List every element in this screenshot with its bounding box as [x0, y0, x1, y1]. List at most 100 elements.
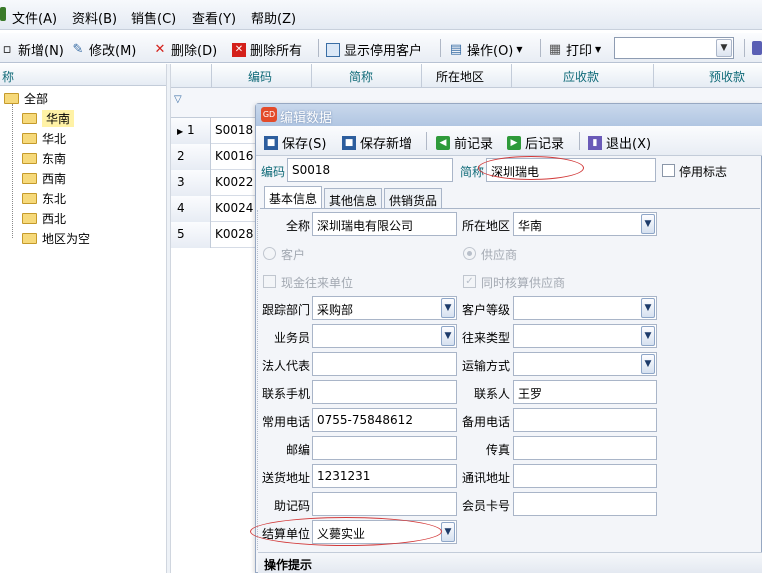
zip-field[interactable] — [312, 436, 457, 460]
row-number: 4 — [171, 196, 211, 222]
column-separator — [511, 64, 512, 88]
edit-button[interactable]: ✎ 修改(M) — [71, 40, 137, 59]
tree-header: 称 — [0, 64, 166, 86]
dept-select[interactable]: 采购部 ▼ — [312, 296, 457, 320]
address-field[interactable]: 1231231 — [312, 464, 457, 488]
chevron-down-icon[interactable]: ▼ — [441, 298, 455, 318]
table-row[interactable]: 3 K0022 — [171, 170, 261, 196]
trade-type-label: 往来类型 — [462, 331, 511, 345]
mail-address-field[interactable] — [513, 464, 657, 488]
chevron-down-icon[interactable]: ▼ — [641, 298, 655, 318]
print-button[interactable]: ▦ 打印 ▼ — [548, 40, 601, 59]
exit-door-icon: ▮ — [588, 135, 602, 150]
delete-button-label: 删除(D) — [171, 44, 218, 59]
fax-field[interactable] — [513, 436, 657, 460]
arrow-right-icon: ▶ — [507, 135, 521, 150]
new-button[interactable]: ▫ 新增(N) — [0, 40, 64, 59]
show-disabled-button[interactable]: 显示停用客户 — [326, 40, 422, 59]
cash-unit-checkbox[interactable] — [263, 275, 276, 288]
column-header-code[interactable]: 编码 — [248, 68, 272, 85]
chevron-down-icon[interactable]: ▼ — [716, 39, 732, 57]
table-row[interactable]: 4 K0024 — [171, 196, 261, 222]
toolbar-separator — [579, 132, 580, 150]
table-row[interactable]: 2 K0016 — [171, 144, 261, 170]
code-field[interactable]: S0018 — [287, 158, 453, 182]
delete-button[interactable]: ✕ 删除(D) — [153, 40, 218, 59]
toolbar-combo[interactable]: ▼ — [614, 37, 734, 59]
tree-node-label: 西南 — [42, 171, 67, 186]
sync-supplier-checkbox[interactable]: ✓ — [463, 275, 476, 288]
contact-label: 联系人 — [474, 387, 511, 401]
filter-icon[interactable]: ▽ — [174, 94, 182, 105]
table-row[interactable]: ▶ 1 S0018 — [171, 118, 261, 144]
dialog-title: 编辑数据 — [256, 104, 762, 126]
staff-select[interactable]: ▼ — [312, 324, 457, 348]
trade-type-select[interactable]: ▼ — [513, 324, 657, 348]
save-new-button[interactable]: ■ 保存新增 — [342, 133, 412, 152]
tree-node-region[interactable]: 西北 — [22, 209, 66, 227]
region-select[interactable]: 华南 ▼ — [513, 212, 657, 236]
member-card-field[interactable] — [513, 492, 657, 516]
tree-node-region[interactable]: 地区为空 — [22, 229, 90, 247]
save-button-label: 保存(S) — [282, 137, 327, 152]
tree-node-region[interactable]: 华南 — [22, 109, 75, 127]
next-record-button[interactable]: ▶ 后记录 — [507, 133, 564, 152]
column-header-region[interactable]: 所在地区 — [436, 68, 484, 85]
menu-view[interactable]: 查看(Y) — [192, 8, 236, 27]
disabled-label: 停用标志 — [679, 165, 728, 179]
chevron-down-icon[interactable]: ▼ — [641, 326, 655, 346]
sync-supplier-label: 同时核算供应商 — [481, 276, 566, 290]
tree-node-region[interactable]: 东南 — [22, 149, 66, 167]
customer-level-select[interactable]: ▼ — [513, 296, 657, 320]
zip-label: 邮编 — [286, 443, 311, 457]
tab-basic[interactable]: 基本信息 — [264, 186, 323, 209]
tab-products[interactable]: 供销货品 — [384, 188, 443, 208]
operate-button[interactable]: ▤ 操作(O) ▼ — [449, 40, 523, 59]
current-row-icon: ▶ — [177, 127, 184, 136]
tree-node-label: 东南 — [42, 151, 67, 166]
memo-code-field[interactable] — [312, 492, 457, 516]
tree-node-region[interactable]: 华北 — [22, 129, 66, 147]
supplier-radio[interactable] — [463, 247, 476, 260]
customer-radio-label: 客户 — [281, 248, 306, 262]
contact-field[interactable]: 王罗 — [513, 380, 657, 404]
column-header-receivable[interactable]: 应收款 — [563, 68, 599, 85]
transport-select[interactable]: ▼ — [513, 352, 657, 376]
tree-node-region[interactable]: 东北 — [22, 189, 66, 207]
chevron-down-icon[interactable]: ▼ — [441, 326, 455, 346]
phone-field[interactable]: 0755-75848612 — [312, 408, 457, 432]
tree-node-all[interactable]: 全部 — [4, 89, 48, 107]
menu-file[interactable]: 文件(A) — [12, 8, 57, 27]
customer-radio[interactable] — [263, 247, 276, 260]
tree-node-region[interactable]: 西南 — [22, 169, 66, 187]
prev-record-button[interactable]: ◀ 前记录 — [436, 133, 493, 152]
chevron-down-icon[interactable]: ▼ — [641, 354, 655, 374]
fullname-field[interactable]: 深圳瑞电有限公司 — [312, 212, 457, 236]
operate-label: 操作(O) — [467, 44, 514, 59]
region-value: 华南 — [518, 219, 543, 233]
disabled-checkbox[interactable] — [662, 164, 675, 177]
backup-phone-field[interactable] — [513, 408, 657, 432]
delete-all-button[interactable]: ✕ 删除所有 — [232, 40, 302, 59]
tab-other[interactable]: 其他信息 — [324, 188, 383, 208]
dept-label: 跟踪部门 — [262, 303, 311, 317]
chevron-down-icon[interactable]: ▼ — [441, 522, 455, 542]
menu-sales[interactable]: 销售(C) — [131, 8, 176, 27]
legal-rep-field[interactable] — [312, 352, 457, 376]
menu-help[interactable]: 帮助(Z) — [251, 8, 296, 27]
menu-data[interactable]: 资料(B) — [72, 8, 117, 27]
column-header-short[interactable]: 简称 — [349, 68, 373, 85]
tree-node-label: 东北 — [42, 191, 67, 206]
dept-value: 采购部 — [317, 303, 354, 317]
exit-button[interactable]: ▮ 退出(X) — [588, 133, 651, 152]
table-row[interactable]: 5 K0028 — [171, 222, 261, 248]
column-separator — [311, 64, 312, 88]
chevron-down-icon[interactable]: ▼ — [641, 214, 655, 234]
column-header-prepaid[interactable]: 预收款 — [709, 68, 745, 85]
tree-node-label: 华南 — [42, 109, 75, 127]
row-number: ▶ 1 — [171, 118, 211, 144]
toolbar-overflow-icon[interactable] — [752, 41, 762, 55]
save-button[interactable]: ■ 保存(S) — [264, 133, 326, 152]
mobile-field[interactable] — [312, 380, 457, 404]
toolbar-separator — [540, 39, 541, 57]
